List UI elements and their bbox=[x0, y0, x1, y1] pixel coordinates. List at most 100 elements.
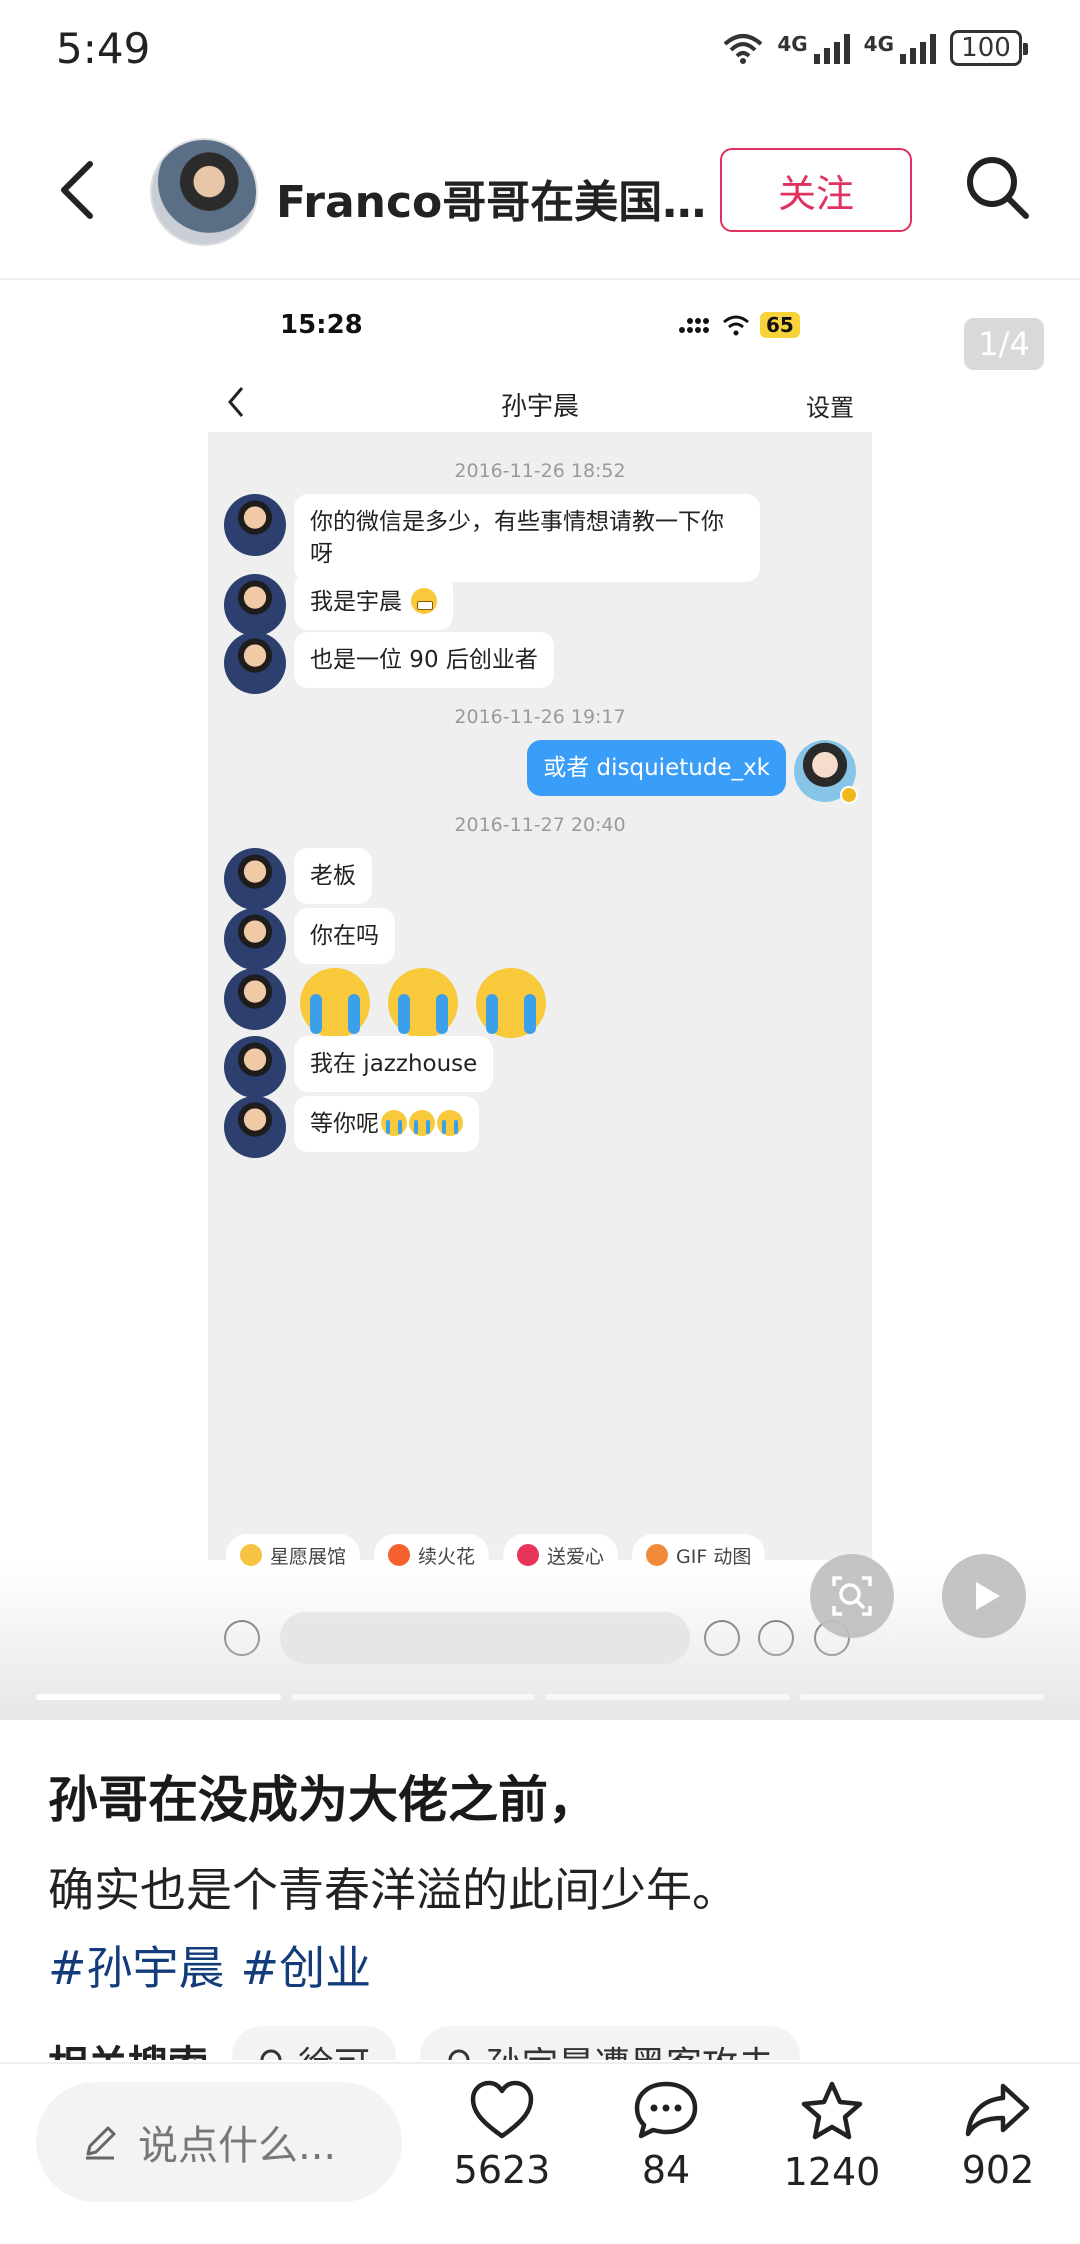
carousel-progress bbox=[36, 1694, 1044, 1702]
sticker-icon bbox=[758, 1620, 794, 1656]
contact-avatar bbox=[224, 1096, 286, 1158]
message-row: 老板 bbox=[224, 848, 372, 910]
hashtag-link[interactable]: #创业 bbox=[241, 1932, 372, 1998]
heart-icon bbox=[470, 2080, 534, 2139]
back-icon[interactable] bbox=[50, 150, 110, 230]
crying-emoji-icon bbox=[409, 1110, 435, 1136]
heart-icon bbox=[517, 1544, 540, 1566]
post-title: 孙哥在没成为大佬之前， bbox=[48, 1771, 598, 1829]
timestamp: 2016-11-26 19:17 bbox=[454, 706, 626, 728]
crying-emoji-icon bbox=[476, 968, 546, 1038]
message-bubble: 我是宇晨 bbox=[294, 574, 454, 630]
share-count: 902 bbox=[961, 2148, 1035, 2192]
signal-dots-icon bbox=[679, 318, 709, 333]
image-carousel[interactable]: 15:28 65 孙宇晨 设置 2016-11-26 18:52 你的微信是多少… bbox=[0, 282, 1080, 1720]
like-button[interactable]: 5623 bbox=[432, 2080, 572, 2192]
progress-segment bbox=[290, 1694, 535, 1700]
image-search-icon[interactable] bbox=[810, 1554, 894, 1638]
related-search-chip[interactable]: 孙宇晨遭黑客攻击 bbox=[420, 2026, 801, 2060]
related-searches: 相关搜索 徐可 孙宇晨遭黑客攻击 bbox=[48, 2026, 801, 2060]
chip-gif: GIF 动图 bbox=[632, 1534, 766, 1576]
message-text: 我是宇晨 bbox=[310, 589, 402, 615]
fire-icon bbox=[388, 1544, 411, 1566]
screenshot-time: 15:28 bbox=[280, 310, 363, 340]
comment-input[interactable]: 说点什么... bbox=[36, 2082, 402, 2202]
pencil-icon bbox=[86, 2126, 116, 2160]
message-row: 我是宇晨 bbox=[224, 574, 454, 636]
post-content: 孙哥在没成为大佬之前， 确实也是个青春洋溢的此间少年。 #孙宇晨 #创业 相关搜… bbox=[0, 1720, 1080, 2060]
play-icon[interactable] bbox=[942, 1554, 1026, 1638]
contact-avatar bbox=[224, 1036, 286, 1098]
timestamp: 2016-11-26 18:52 bbox=[454, 460, 626, 482]
screenshot-settings-label: 设置 bbox=[806, 394, 854, 422]
battery-icon: 100 bbox=[950, 30, 1028, 66]
progress-segment bbox=[799, 1694, 1044, 1700]
crying-emoji-icon bbox=[437, 1110, 463, 1136]
bottom-action-bar: 说点什么... 5623 84 1240 902 bbox=[0, 2062, 1080, 2244]
message-row: 你在吗 bbox=[224, 908, 395, 970]
screenshot-message-field bbox=[280, 1612, 690, 1664]
progress-segment-active bbox=[36, 1694, 281, 1700]
comment-placeholder: 说点什么... bbox=[138, 2123, 337, 2169]
message-bubble: 你的微信是多少，有些事情想请教一下你呀 bbox=[294, 494, 760, 582]
message-row bbox=[224, 968, 564, 1042]
chip-label: 续火花 bbox=[418, 1545, 476, 1568]
wifi-icon bbox=[723, 34, 763, 64]
screenshot-chat-title: 孙宇晨 bbox=[500, 392, 579, 422]
message-bubble: 也是一位 90 后创业者 bbox=[294, 632, 554, 688]
message-row: 我在 jazzhouse bbox=[224, 1036, 494, 1098]
star-icon bbox=[240, 1544, 262, 1566]
gif-icon bbox=[646, 1544, 669, 1566]
favorite-button[interactable]: 1240 bbox=[762, 2080, 902, 2194]
search-icon[interactable] bbox=[962, 152, 1032, 222]
hashtag-link[interactable]: #孙宇晨 bbox=[48, 1932, 225, 1998]
comment-count: 84 bbox=[641, 2148, 691, 2192]
message-row-self: 或者 disquietude_xk bbox=[527, 740, 858, 804]
post-header: Franco哥哥在美国（... 关注 bbox=[0, 100, 1080, 280]
author-avatar[interactable] bbox=[150, 138, 258, 246]
contact-avatar bbox=[224, 632, 286, 694]
signal-icon: 4G bbox=[777, 32, 850, 64]
search-icon bbox=[260, 2049, 282, 2060]
crying-emoji-icon bbox=[300, 968, 370, 1038]
timestamp: 2016-11-27 20:40 bbox=[454, 814, 626, 836]
quick-action-chips: 星愿展馆 续火花 送爱心 GIF 动图 bbox=[226, 1534, 766, 1576]
emoji-icon bbox=[704, 1620, 740, 1656]
like-count: 5623 bbox=[453, 2148, 551, 2192]
signal-icon-2: 4G bbox=[864, 32, 936, 64]
network-type-1: 4G bbox=[777, 32, 808, 56]
grin-emoji-icon bbox=[411, 588, 438, 614]
share-button[interactable]: 902 bbox=[928, 2080, 1068, 2192]
status-icons: 4G 4G 100 bbox=[723, 30, 1028, 66]
message-row: 也是一位 90 后创业者 bbox=[224, 632, 554, 694]
screenshot-status-icons: 65 bbox=[678, 312, 800, 338]
favorite-count: 1240 bbox=[783, 2150, 881, 2194]
related-searches-label: 相关搜索 bbox=[48, 2033, 208, 2060]
message-bubble-self: 或者 disquietude_xk bbox=[527, 740, 786, 796]
message-row: 等你呢 bbox=[224, 1096, 479, 1158]
crying-emoji-row bbox=[300, 968, 564, 1042]
contact-avatar bbox=[224, 908, 286, 970]
related-search-text: 孙宇晨遭黑客攻击 bbox=[486, 2036, 774, 2060]
wifi-icon bbox=[723, 315, 749, 336]
screenshot-nav-bar: 孙宇晨 设置 bbox=[208, 372, 872, 432]
related-search-text: 徐可 bbox=[298, 2036, 370, 2060]
chip-label: 星愿展馆 bbox=[270, 1545, 347, 1568]
contact-avatar bbox=[224, 494, 286, 556]
crying-emoji-icon bbox=[388, 968, 458, 1038]
screenshot-input-bar bbox=[208, 1600, 872, 1680]
message-bubble: 我在 jazzhouse bbox=[294, 1036, 494, 1092]
comment-icon bbox=[634, 2081, 698, 2139]
contact-avatar bbox=[224, 968, 286, 1030]
message-row: 你的微信是多少，有些事情想请教一下你呀 bbox=[224, 494, 760, 582]
follow-button[interactable]: 关注 bbox=[720, 148, 912, 232]
verified-badge-icon bbox=[840, 786, 858, 804]
related-search-chip[interactable]: 徐可 bbox=[232, 2026, 397, 2060]
author-name[interactable]: Franco哥哥在美国（... bbox=[276, 166, 716, 230]
contact-avatar bbox=[224, 574, 286, 636]
self-avatar bbox=[794, 740, 858, 804]
status-bar: 5:49 4G 4G 100 bbox=[0, 0, 1080, 100]
chip-label: GIF 动图 bbox=[676, 1545, 752, 1568]
message-bubble: 你在吗 bbox=[294, 908, 395, 964]
comment-button[interactable]: 84 bbox=[596, 2080, 736, 2192]
